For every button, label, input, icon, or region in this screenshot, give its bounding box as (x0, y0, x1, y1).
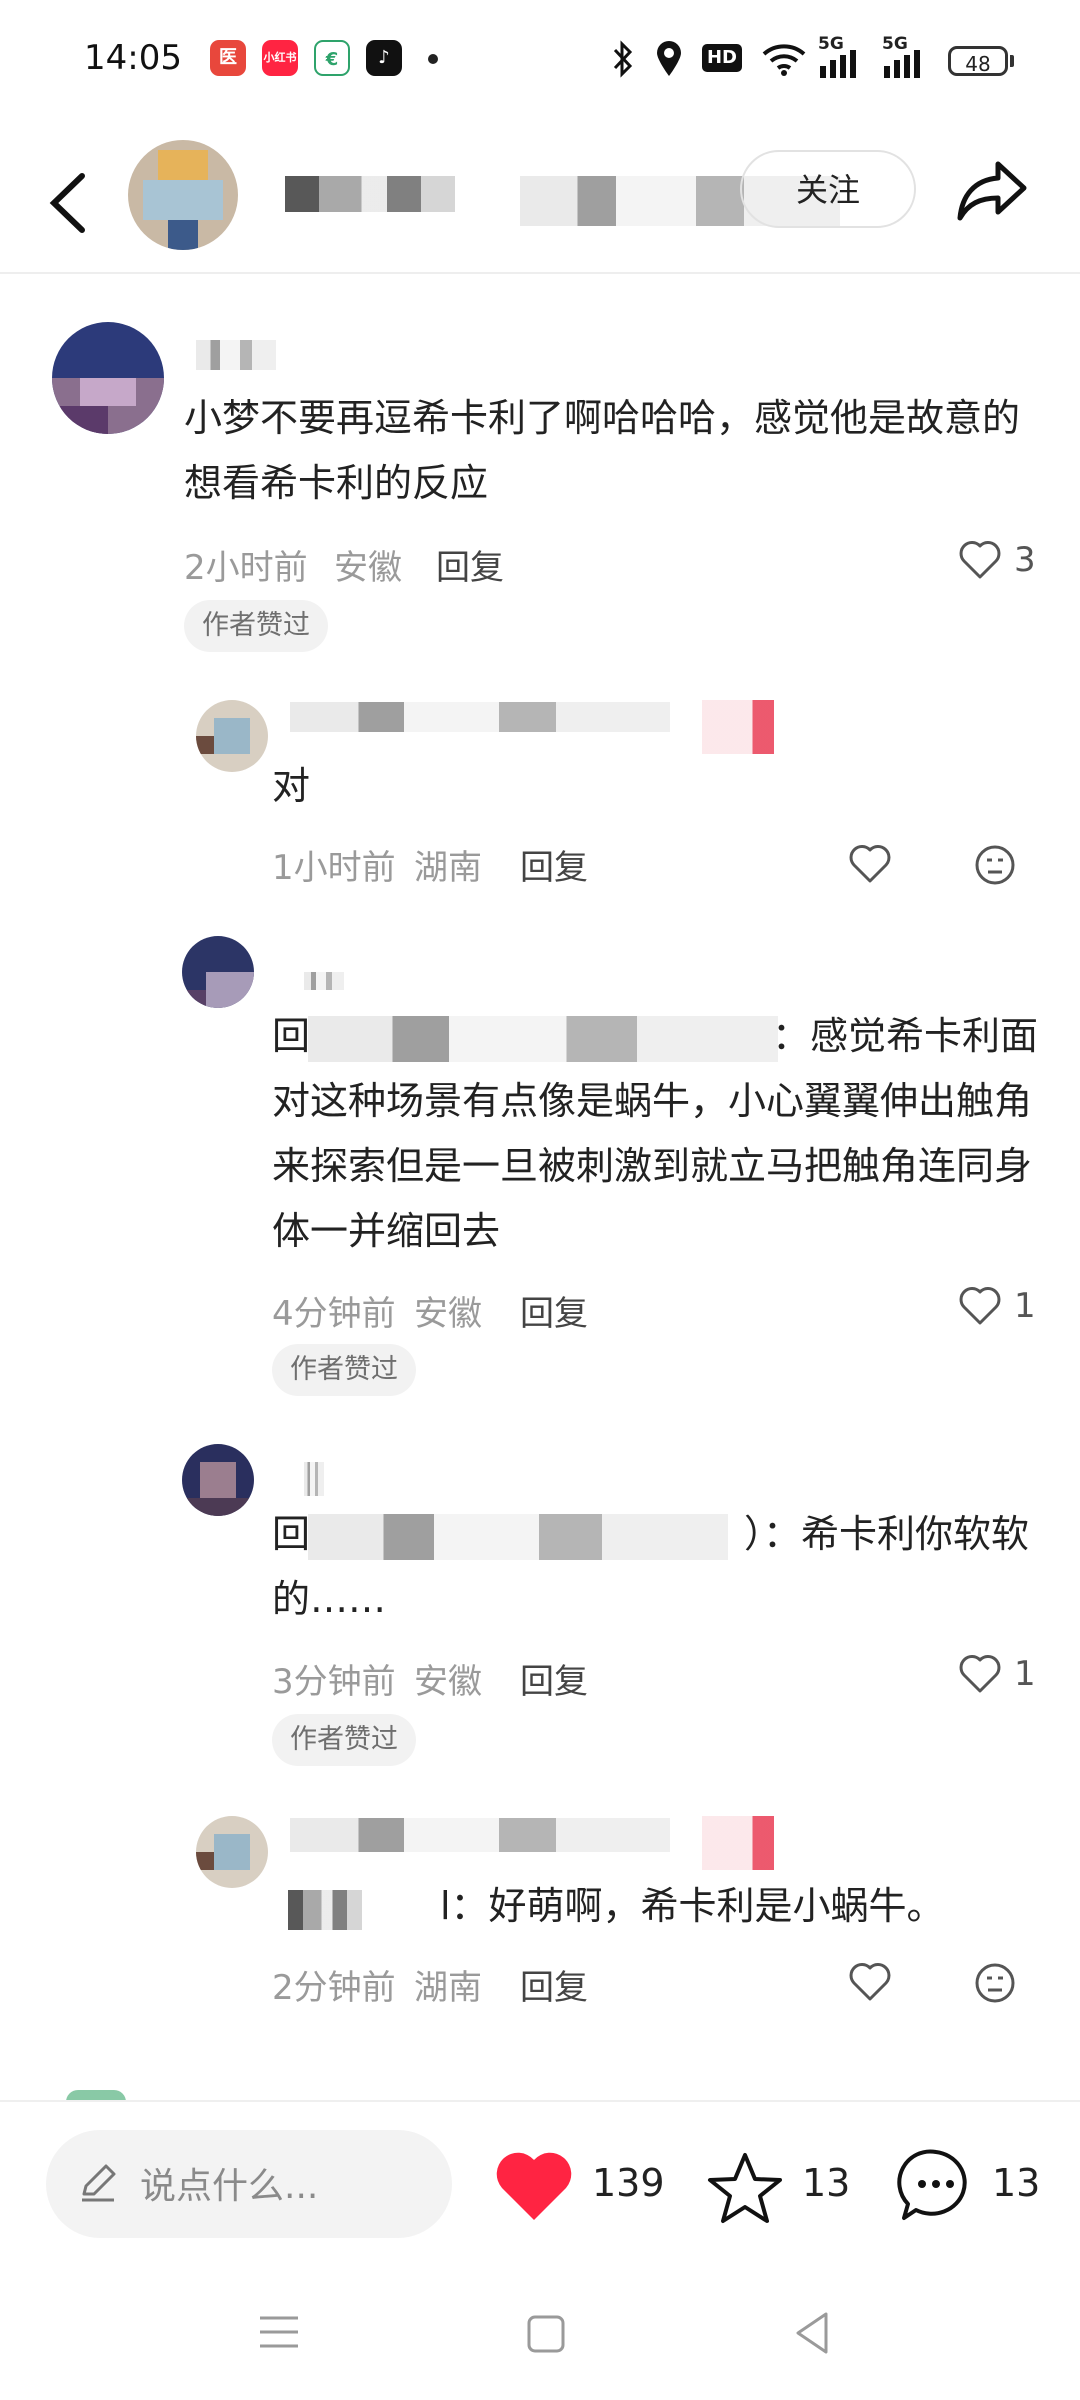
follow-button[interactable]: 关注 (740, 150, 916, 228)
reply-time: 4分钟前 (272, 1294, 396, 1334)
comment-location: 安徽 (334, 548, 402, 588)
reply-avatar[interactable] (182, 1444, 254, 1516)
reply-avatar[interactable] (182, 936, 254, 1008)
reply-text: ：感觉希卡利面对这种场景有点像是蜗牛，小心翼翼伸出触角来探索但是一旦被刺激到就立… (272, 1014, 1039, 1253)
battery-indicator: 48 (948, 46, 1008, 76)
reply-name-redacted (290, 702, 670, 732)
home-icon[interactable] (526, 2314, 566, 2354)
battery-tip (1010, 55, 1014, 67)
star-icon[interactable] (706, 2150, 784, 2226)
author-tag-redacted (702, 1816, 774, 1870)
reply-location: 湖南 (414, 1968, 482, 2008)
dislike-emoji-icon[interactable] (974, 1962, 1016, 2004)
menu-icon[interactable] (258, 2312, 300, 2352)
comment-bubble-icon[interactable] (896, 2146, 976, 2226)
xiaohongshu-app-icon: 小红书 (262, 40, 298, 76)
like-icon[interactable] (958, 540, 1002, 580)
author-liked-badge: 作者赞过 (272, 1344, 416, 1396)
notification-dot-icon (428, 54, 438, 64)
bank-app-icon: € (314, 40, 350, 76)
reply-location: 安徽 (414, 1662, 482, 1702)
reply-time: 1小时前 (272, 848, 396, 888)
header-divider (0, 272, 1080, 274)
heart-icon[interactable] (494, 2150, 574, 2224)
status-time: 14:05 (84, 38, 182, 78)
reply-location: 安徽 (414, 1294, 482, 1334)
share-icon[interactable] (956, 158, 1030, 224)
star-total-count: 13 (802, 2161, 851, 2205)
comment-text: 小梦不要再逗希卡利了啊哈哈哈，感觉他是故意的想看希卡利的反应 (184, 396, 1021, 505)
reply-location: 湖南 (414, 848, 482, 888)
comment-input-placeholder[interactable]: 说点什么... (140, 2157, 318, 2209)
author-liked-badge: 作者赞过 (272, 1714, 416, 1766)
reply-time: 2分钟前 (272, 1968, 396, 2008)
like-total-count: 139 (592, 2161, 665, 2205)
reply-avatar[interactable] (196, 700, 268, 772)
bottom-divider (0, 2100, 1080, 2102)
reply-time: 3分钟前 (272, 1662, 396, 1702)
reply-link[interactable]: 回复 (520, 840, 588, 889)
dislike-emoji-icon[interactable] (974, 844, 1016, 886)
like-count: 1 (1014, 1286, 1036, 1326)
reply-link[interactable]: 回复 (436, 540, 504, 589)
back-nav-icon[interactable] (792, 2310, 832, 2356)
bluetooth-icon (613, 40, 633, 78)
signal-bars-icon-2 (884, 50, 920, 78)
like-icon[interactable] (848, 844, 892, 884)
like-count: 3 (1014, 540, 1036, 580)
mention-redacted (288, 1890, 362, 1930)
like-icon[interactable] (958, 1654, 1002, 1694)
like-count: 1 (1014, 1654, 1036, 1694)
like-icon[interactable] (958, 1286, 1002, 1326)
comment-total-count: 13 (992, 2161, 1041, 2205)
reply-avatar[interactable] (196, 1816, 268, 1888)
back-icon[interactable] (40, 168, 100, 238)
commenter-name-redacted (196, 340, 276, 370)
reply-link[interactable]: 回复 (520, 1654, 588, 1703)
author-tag-redacted (702, 700, 774, 754)
reply-link[interactable]: 回复 (520, 1286, 588, 1335)
medical-app-icon: 医 (210, 40, 246, 76)
pencil-icon (82, 2164, 116, 2202)
author-liked-badge: 作者赞过 (184, 600, 328, 652)
signal-bars-icon (820, 50, 856, 78)
reply-text: l：好萌啊，希卡利是小蜗牛。 (440, 1884, 945, 1928)
reply-name-redacted (304, 972, 344, 990)
reply-name-redacted (304, 1462, 324, 1496)
reply-link[interactable]: 回复 (520, 1960, 588, 2009)
wifi-icon (762, 44, 806, 76)
reply-text: 对 (272, 764, 311, 808)
tiktok-app-icon: ♪ (366, 40, 402, 76)
comment-time: 2小时前 (184, 548, 308, 588)
reply-name-redacted (290, 1818, 670, 1852)
hd-icon: HD (702, 44, 742, 72)
location-icon (657, 41, 681, 76)
reply-text: ）：希卡利你软软的…… (272, 1512, 1030, 1621)
author-name-redacted (285, 176, 455, 212)
author-avatar[interactable] (128, 140, 238, 250)
like-icon[interactable] (848, 1962, 892, 2002)
commenter-avatar[interactable] (52, 322, 164, 434)
